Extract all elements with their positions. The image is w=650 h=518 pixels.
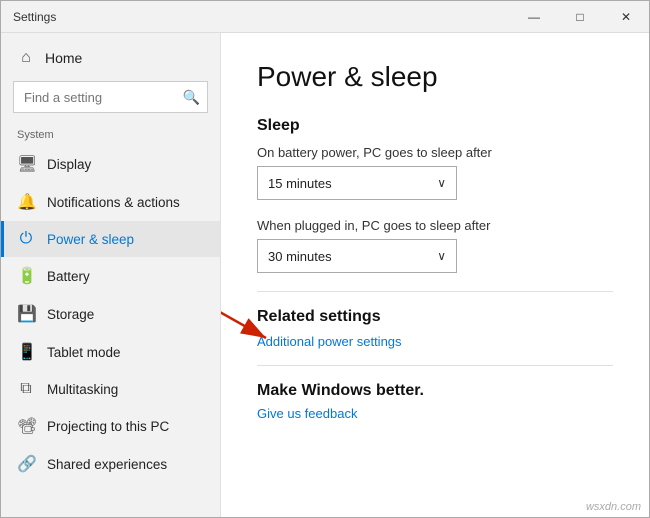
divider-2 bbox=[257, 365, 613, 366]
main-content: Power & sleep Sleep On battery power, PC… bbox=[221, 33, 649, 517]
sidebar-item-tablet[interactable]: 📱 Tablet mode bbox=[1, 333, 220, 371]
sidebar-item-battery[interactable]: 🔋 Battery bbox=[1, 257, 220, 295]
divider bbox=[257, 291, 613, 292]
multitasking-icon: ⧉ bbox=[17, 380, 35, 398]
titlebar-title: Settings bbox=[13, 10, 56, 24]
sidebar-item-power-label: Power & sleep bbox=[47, 232, 134, 247]
sidebar-item-power[interactable]: ⏻ Power & sleep bbox=[1, 221, 220, 257]
make-better-section: Make Windows better. Give us feedback bbox=[257, 382, 613, 421]
sidebar-item-display[interactable]: 🖥 Display bbox=[1, 145, 220, 183]
sidebar-item-projecting[interactable]: 📽 Projecting to this PC bbox=[1, 407, 220, 445]
related-section: Related settings Additional power settin… bbox=[257, 308, 613, 349]
sleep-section: Sleep On battery power, PC goes to sleep… bbox=[257, 117, 613, 273]
minimize-button[interactable]: — bbox=[511, 1, 557, 33]
home-icon: ⌂ bbox=[17, 49, 35, 67]
sidebar-item-notifications[interactable]: 🔔 Notifications & actions bbox=[1, 183, 220, 221]
plugged-sleep-value: 30 minutes bbox=[268, 249, 332, 264]
watermark: wsxdn.com bbox=[586, 501, 641, 513]
power-icon: ⏻ bbox=[17, 230, 35, 248]
storage-icon: 💾 bbox=[17, 304, 35, 324]
maximize-button[interactable]: □ bbox=[557, 1, 603, 33]
sidebar: ⌂ Home 🔍 System 🖥 Display 🔔 Notification… bbox=[1, 33, 221, 517]
sidebar-item-projecting-label: Projecting to this PC bbox=[47, 419, 169, 434]
sidebar-item-storage-label: Storage bbox=[47, 307, 94, 322]
feedback-link[interactable]: Give us feedback bbox=[257, 406, 613, 421]
sidebar-item-multitasking-label: Multitasking bbox=[47, 382, 118, 397]
battery-sleep-value: 15 minutes bbox=[268, 176, 332, 191]
display-icon: 🖥 bbox=[17, 154, 35, 174]
plugged-sleep-label: When plugged in, PC goes to sleep after bbox=[257, 218, 613, 233]
search-icon: 🔍 bbox=[183, 89, 200, 106]
related-section-title: Related settings bbox=[257, 308, 613, 326]
tablet-icon: 📱 bbox=[17, 342, 35, 362]
notifications-icon: 🔔 bbox=[17, 192, 35, 212]
sidebar-item-home[interactable]: ⌂ Home bbox=[1, 41, 220, 75]
sidebar-item-tablet-label: Tablet mode bbox=[47, 345, 121, 360]
make-better-title: Make Windows better. bbox=[257, 382, 613, 400]
plugged-sleep-chevron: ∨ bbox=[437, 249, 446, 263]
battery-sleep-chevron: ∨ bbox=[437, 176, 446, 190]
window-controls: — □ ✕ bbox=[511, 1, 649, 33]
shared-icon: 🔗 bbox=[17, 454, 35, 474]
projecting-icon: 📽 bbox=[17, 416, 35, 436]
search-box: 🔍 bbox=[13, 81, 208, 113]
sidebar-item-display-label: Display bbox=[47, 157, 91, 172]
titlebar: Settings — □ ✕ bbox=[1, 1, 649, 33]
window-content: ⌂ Home 🔍 System 🖥 Display 🔔 Notification… bbox=[1, 33, 649, 517]
additional-power-link[interactable]: Additional power settings bbox=[257, 334, 613, 349]
sidebar-item-shared-label: Shared experiences bbox=[47, 457, 167, 472]
annotation-arrow bbox=[221, 33, 649, 517]
battery-sleep-dropdown[interactable]: 15 minutes ∨ bbox=[257, 166, 457, 200]
sidebar-section-label: System bbox=[1, 123, 220, 145]
active-bar bbox=[1, 221, 4, 257]
search-input[interactable] bbox=[13, 81, 208, 113]
sidebar-home-label: Home bbox=[45, 50, 82, 66]
sidebar-item-notifications-label: Notifications & actions bbox=[47, 195, 180, 210]
settings-window: Settings — □ ✕ ⌂ Home 🔍 System 🖥 bbox=[0, 0, 650, 518]
sidebar-item-battery-label: Battery bbox=[47, 269, 90, 284]
close-button[interactable]: ✕ bbox=[603, 1, 649, 33]
page-title: Power & sleep bbox=[257, 61, 613, 93]
battery-sleep-label: On battery power, PC goes to sleep after bbox=[257, 145, 613, 160]
sidebar-item-multitasking[interactable]: ⧉ Multitasking bbox=[1, 371, 220, 407]
sidebar-item-shared[interactable]: 🔗 Shared experiences bbox=[1, 445, 220, 483]
sleep-section-title: Sleep bbox=[257, 117, 613, 135]
battery-icon: 🔋 bbox=[17, 266, 35, 286]
plugged-sleep-dropdown[interactable]: 30 minutes ∨ bbox=[257, 239, 457, 273]
sidebar-item-storage[interactable]: 💾 Storage bbox=[1, 295, 220, 333]
